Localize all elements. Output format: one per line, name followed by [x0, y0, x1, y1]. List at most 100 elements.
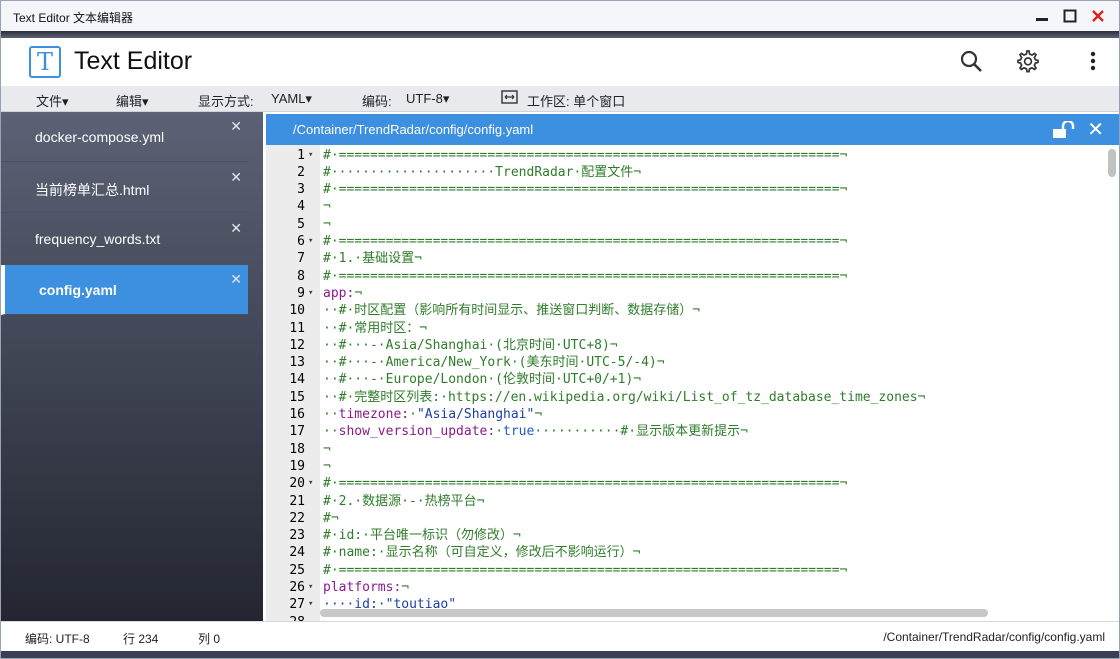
code-line[interactable]: 5 ¬: [266, 216, 1119, 233]
code-token: ··#···-·America/New_York·(美东时间·UTC-5/-4)…: [323, 355, 665, 371]
code-line[interactable]: 17 ··show_version_update:·true···········…: [266, 423, 1119, 440]
minimize-icon: [1036, 18, 1048, 21]
code-text: ··#·时区配置（影响所有时间显示、推送窗口判断、数据存储）¬: [323, 302, 700, 319]
code-token: "Asia/Shanghai": [416, 407, 535, 422]
editor-close-icon[interactable]: ✕: [1087, 117, 1104, 142]
tab-close-icon[interactable]: ✕: [230, 169, 242, 186]
code-token: #·======================================…: [323, 268, 848, 284]
code-line[interactable]: 19 ¬: [266, 458, 1119, 475]
code-line[interactable]: 16 ··timezone:·"Asia/Shanghai"¬: [266, 406, 1119, 423]
text-editor-window: Text Editor 文本编辑器 T Text Editor 文件▾ 编辑▾ …: [0, 0, 1120, 659]
menu-bar: 文件▾ 编辑▾ 显示方式: YAML▾ 编码: UTF-8▾ 工作区: 单个窗口: [1, 86, 1119, 112]
window-title: Text Editor 文本编辑器: [13, 11, 134, 25]
encoding-label: 编码:: [362, 94, 392, 109]
line-number: 14: [289, 372, 305, 388]
code-line[interactable]: 15 ··#·完整时区列表:·https://en.wikipedia.org/w…: [266, 389, 1119, 406]
code-line[interactable]: 10 ··#·时区配置（影响所有时间显示、推送窗口判断、数据存储）¬: [266, 302, 1119, 319]
tab-close-icon[interactable]: ✕: [230, 118, 242, 135]
file-tabs-sidebar: docker-compose.yml ✕ 当前榜单汇总.html ✕ frequ…: [1, 112, 263, 621]
code-token: ¬: [534, 407, 543, 422]
search-icon: [960, 50, 982, 72]
code-text: ¬: [323, 198, 331, 215]
fold-toggle-icon[interactable]: ▾: [308, 285, 313, 302]
code-line[interactable]: 20 ▾ #·===================================…: [266, 475, 1119, 492]
code-line[interactable]: 25 #·====================================…: [266, 562, 1119, 579]
code-text: ··#···-·Europe/London·(伦敦时间·UTC+0/+1)¬: [323, 371, 641, 388]
status-line: 行 234: [123, 632, 159, 646]
code-token: ¬: [323, 441, 331, 457]
code-line[interactable]: 6 ▾ #·====================================…: [266, 233, 1119, 250]
horizontal-scrollbar[interactable]: [320, 609, 988, 617]
tab-close-icon[interactable]: ✕: [230, 220, 242, 237]
file-tab-label: config.yaml: [39, 282, 117, 298]
fold-toggle-icon[interactable]: ▾: [308, 475, 313, 492]
file-tab-active[interactable]: config.yaml ✕: [1, 265, 248, 315]
line-number: 20: [289, 476, 305, 492]
code-line[interactable]: 22 #¬: [266, 510, 1119, 527]
code-line[interactable]: 2 #·····················TrendRadar·配置文件¬: [266, 164, 1119, 181]
line-number: 19: [289, 458, 305, 474]
line-number: 2: [297, 164, 305, 180]
line-number: 12: [289, 337, 305, 353]
display-mode-select[interactable]: YAML▾: [271, 91, 312, 107]
workspace-icon[interactable]: [501, 90, 518, 107]
code-text: ··#·完整时区列表:·https://en.wikipedia.org/wik…: [323, 389, 925, 406]
code-token: ··#·时区配置（影响所有时间显示、推送窗口判断、数据存储）¬: [323, 303, 701, 319]
code-text: #·======================================…: [323, 475, 847, 492]
code-line[interactable]: 8 #·=====================================…: [266, 268, 1119, 285]
code-text: ··#·常用时区：¬: [323, 320, 427, 337]
code-line[interactable]: 23 #·id:·平台唯一标识（勿修改）¬: [266, 527, 1119, 544]
fold-toggle-icon[interactable]: ▾: [308, 579, 313, 596]
code-token: true: [503, 424, 535, 440]
line-number: 28: [266, 614, 305, 621]
line-number: 5: [297, 216, 305, 232]
line-number: 23: [289, 528, 305, 544]
fold-toggle-icon[interactable]: ▾: [308, 147, 313, 164]
code-token: #·name:·显示名称（可自定义，修改后不影响运行）¬: [323, 545, 641, 561]
code-line[interactable]: 9 ▾ app:¬: [266, 285, 1119, 302]
code-line[interactable]: 3 #·=====================================…: [266, 181, 1119, 198]
code-line[interactable]: 12 ··#···-·Asia/Shanghai·(北京时间·UTC+8)¬: [266, 337, 1119, 354]
code-token: ¬: [401, 580, 410, 595]
tab-close-icon[interactable]: ✕: [230, 271, 242, 288]
file-tab[interactable]: 当前榜单汇总.html ✕: [1, 163, 248, 213]
line-number: 26: [289, 580, 305, 595]
file-tab-label: docker-compose.yml: [35, 129, 165, 145]
window-close-button[interactable]: [1087, 6, 1109, 26]
menu-file[interactable]: 文件▾: [36, 91, 69, 110]
file-tab[interactable]: frequency_words.txt ✕: [1, 214, 248, 264]
code-line[interactable]: 7 #·1.·基础设置¬: [266, 250, 1119, 267]
unlock-icon: [1053, 119, 1075, 138]
line-number: 15: [289, 389, 305, 405]
code-line[interactable]: 4 ¬: [266, 198, 1119, 215]
fold-toggle-icon[interactable]: ▾: [308, 596, 313, 613]
code-token: ¬: [354, 285, 363, 301]
code-token: #·======================================…: [323, 476, 848, 492]
code-token: ·: [409, 407, 417, 422]
line-number: 16: [289, 407, 305, 422]
fold-toggle-icon[interactable]: ▾: [308, 233, 313, 250]
more-options-button[interactable]: [1080, 48, 1106, 74]
line-number: 22: [289, 510, 305, 526]
menu-edit[interactable]: 编辑▾: [116, 91, 149, 110]
code-line[interactable]: 24 #·name:·显示名称（可自定义，修改后不影响运行）¬: [266, 544, 1119, 561]
settings-button[interactable]: [1014, 48, 1040, 74]
code-line[interactable]: 21 #·2.·数据源·-·热榜平台¬: [266, 493, 1119, 510]
code-line[interactable]: 18 ¬: [266, 441, 1119, 458]
code-text: #·======================================…: [323, 147, 847, 164]
unlock-button[interactable]: [1052, 119, 1076, 144]
vertical-scrollbar[interactable]: [1108, 149, 1116, 177]
code-line[interactable]: 14 ··#···-·Europe/London·(伦敦时间·UTC+0/+1)¬: [266, 371, 1119, 388]
code-editor[interactable]: 1 ▾ #·====================================…: [266, 145, 1119, 621]
encoding-select[interactable]: UTF-8▾: [406, 91, 449, 107]
file-tab[interactable]: docker-compose.yml ✕: [1, 112, 248, 162]
workspace-mode[interactable]: 工作区: 单个窗口: [527, 91, 625, 110]
code-line[interactable]: 1 ▾ #·====================================…: [266, 147, 1119, 164]
code-line[interactable]: 26 ▾ platforms:¬: [266, 579, 1119, 596]
code-text: #·name:·显示名称（可自定义，修改后不影响运行）¬: [323, 544, 640, 561]
code-line[interactable]: 13 ··#···-·America/New_York·(美东时间·UTC-5/-…: [266, 354, 1119, 371]
maximize-button[interactable]: [1059, 6, 1081, 26]
search-button[interactable]: [958, 48, 984, 74]
minimize-button[interactable]: [1031, 6, 1053, 26]
code-line[interactable]: 11 ··#·常用时区：¬: [266, 320, 1119, 337]
